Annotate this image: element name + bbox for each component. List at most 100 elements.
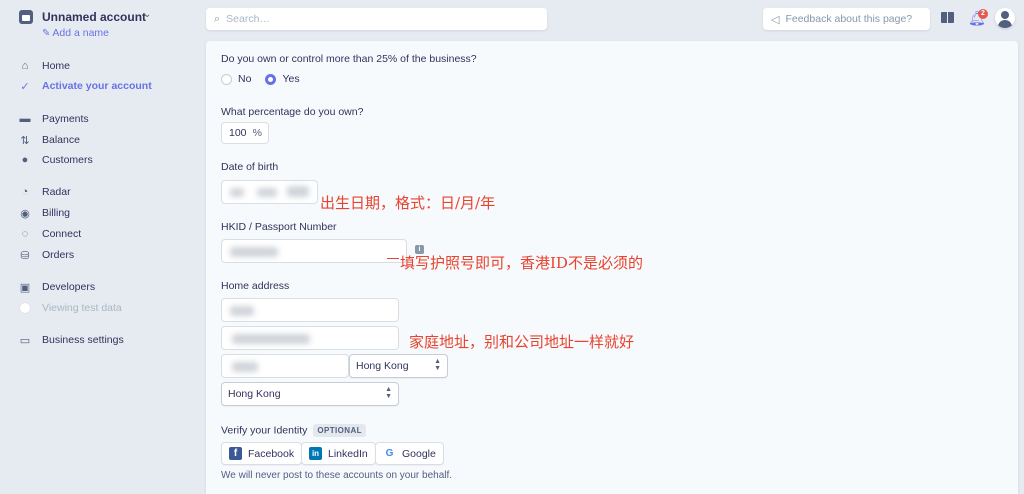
payments-icon: ▬ (19, 113, 31, 125)
settings-icon: ▭ (19, 334, 31, 347)
dob-label: Date of birth (221, 161, 279, 173)
customer-icon: ● (21, 154, 29, 166)
add-name-link[interactable]: ✎ Add a name (42, 27, 109, 39)
sidebar-item-payments[interactable]: ▬ Payments (18, 111, 89, 127)
feedback-label: Feedback about this page? (785, 13, 913, 25)
sidebar-item-label: Developers (42, 281, 96, 293)
country-select-value: Hong Kong (228, 388, 281, 400)
sidebar-item-activate[interactable]: ✓ Activate your account (18, 78, 152, 94)
test-data-toggle[interactable]: Viewing test data (18, 300, 122, 316)
sidebar-item-radar[interactable]: ◔ Radar (18, 184, 71, 200)
facebook-label: Facebook (248, 447, 295, 460)
verify-identity-text: Verify your Identity (221, 424, 308, 437)
sidebar-item-label: Orders (42, 249, 75, 261)
sidebar-item-developers[interactable]: ▣ Developers (18, 279, 95, 295)
sidebar-item-label: Payments (42, 113, 89, 125)
region-select-value: Hong Kong (356, 360, 409, 372)
percentage-field[interactable]: 100 % (221, 122, 269, 144)
passport-number-field[interactable] (221, 239, 407, 263)
sidebar-item-label: Business settings (42, 334, 124, 346)
search-icon: ⌕ (214, 12, 221, 25)
select-arrows-icon: ▲ ▼ (385, 386, 392, 400)
ownership-radio-group: No Yes (221, 73, 314, 85)
avatar[interactable] (995, 8, 1015, 28)
address-annotation: 家庭地址，别和公司地址一样就好 (409, 333, 635, 351)
chevron-down-icon[interactable]: ⌄ (143, 9, 151, 20)
add-name-label: Add a name (52, 27, 110, 39)
google-button[interactable]: G Google (375, 442, 444, 465)
sidebar-item-label: Billing (42, 207, 71, 219)
sidebar: Unnamed account ⌄ ✎ Add a name ⌂ Home ✓ Act… (0, 0, 200, 494)
percentage-question: What percentage do you own? (221, 106, 364, 118)
redacted-year (287, 186, 309, 197)
search-input[interactable] (226, 13, 527, 25)
redacted-city (232, 362, 258, 372)
country-select[interactable]: Hong Kong ▲ ▼ (221, 382, 399, 406)
percentage-unit: % (252, 127, 262, 139)
city-field[interactable] (221, 354, 349, 378)
redacted-address-line1 (230, 306, 254, 316)
privacy-note: We will never post to these accounts on … (221, 470, 453, 481)
feedback-button[interactable]: ◁ Feedback about this page? (763, 8, 930, 30)
select-arrows-icon: ▲ ▼ (434, 358, 441, 372)
ownership-question: Do you own or control more than 25% of t… (221, 53, 477, 65)
check-icon: ✓ (20, 80, 30, 93)
verify-identity-label: Verify your Identity OPTIONAL (221, 424, 366, 437)
linkedin-button[interactable]: in LinkedIn (301, 442, 376, 465)
sidebar-item-label: Balance (42, 134, 80, 146)
redacted-month (257, 188, 277, 197)
sidebar-item-business-settings[interactable]: ▭ Business settings (18, 332, 124, 348)
docs-book-icon[interactable] (941, 12, 954, 23)
radar-icon: ◔ (21, 186, 29, 198)
google-label: Google (402, 447, 436, 460)
megaphone-icon: ◁ (771, 13, 780, 26)
dob-annotation: 出生日期，格式：日/月/年 (320, 194, 496, 212)
connect-icon: ◌ (21, 228, 29, 240)
notification-badge: 2 (978, 9, 988, 19)
redacted-address-line2 (232, 334, 310, 344)
account-name[interactable]: Unnamed account (42, 10, 146, 24)
facebook-icon: f (229, 447, 242, 460)
sidebar-item-home[interactable]: ⌂ Home (18, 58, 70, 74)
sidebar-item-orders[interactable]: ⛁ Orders (18, 247, 74, 263)
radio-no-label[interactable]: No (238, 73, 251, 85)
percentage-value: 100 (229, 127, 247, 139)
address-label: Home address (221, 280, 290, 292)
pencil-icon: ✎ (42, 28, 51, 39)
region-select[interactable]: Hong Kong ▲ ▼ (349, 354, 448, 378)
annotation-line (387, 258, 399, 259)
id-label: HKID / Passport Number (221, 221, 337, 233)
redacted-passport (230, 247, 278, 257)
sidebar-item-balance[interactable]: ⇅ Balance (18, 132, 80, 148)
account-logo-icon[interactable] (19, 10, 33, 24)
billing-icon: ◉ (20, 207, 30, 220)
optional-badge: OPTIONAL (313, 424, 366, 437)
sidebar-item-billing[interactable]: ◉ Billing (18, 205, 70, 221)
id-annotation: 填写护照号即可，香港ID不是必须的 (400, 254, 643, 272)
address-line1-field[interactable] (221, 298, 399, 322)
radio-yes-label[interactable]: Yes (282, 73, 299, 85)
sidebar-item-label: Home (42, 60, 71, 72)
sidebar-item-label: Connect (42, 228, 82, 240)
sidebar-item-label: Activate your account (42, 80, 152, 92)
sidebar-item-connect[interactable]: ◌ Connect (18, 226, 81, 242)
radio-yes[interactable] (265, 73, 277, 85)
radio-no[interactable] (221, 73, 232, 85)
search-bar[interactable]: ⌕ (206, 8, 547, 30)
test-data-label: Viewing test data (42, 302, 122, 314)
sidebar-item-customers[interactable]: ● Customers (18, 152, 93, 168)
terminal-icon: ▣ (19, 281, 31, 294)
sidebar-item-label: Customers (42, 154, 93, 166)
toggle-icon (18, 301, 32, 315)
orders-icon: ⛁ (20, 249, 30, 262)
facebook-button[interactable]: f Facebook (221, 442, 303, 465)
linkedin-label: LinkedIn (328, 447, 368, 460)
home-icon: ⌂ (21, 60, 29, 72)
address-line2-field[interactable] (221, 326, 399, 350)
balance-arrows-icon: ⇅ (20, 134, 30, 147)
sidebar-item-label: Radar (42, 186, 71, 198)
google-icon: G (383, 447, 396, 460)
linkedin-icon: in (309, 447, 322, 460)
redacted-day (230, 188, 244, 197)
date-of-birth-field[interactable] (221, 180, 318, 204)
